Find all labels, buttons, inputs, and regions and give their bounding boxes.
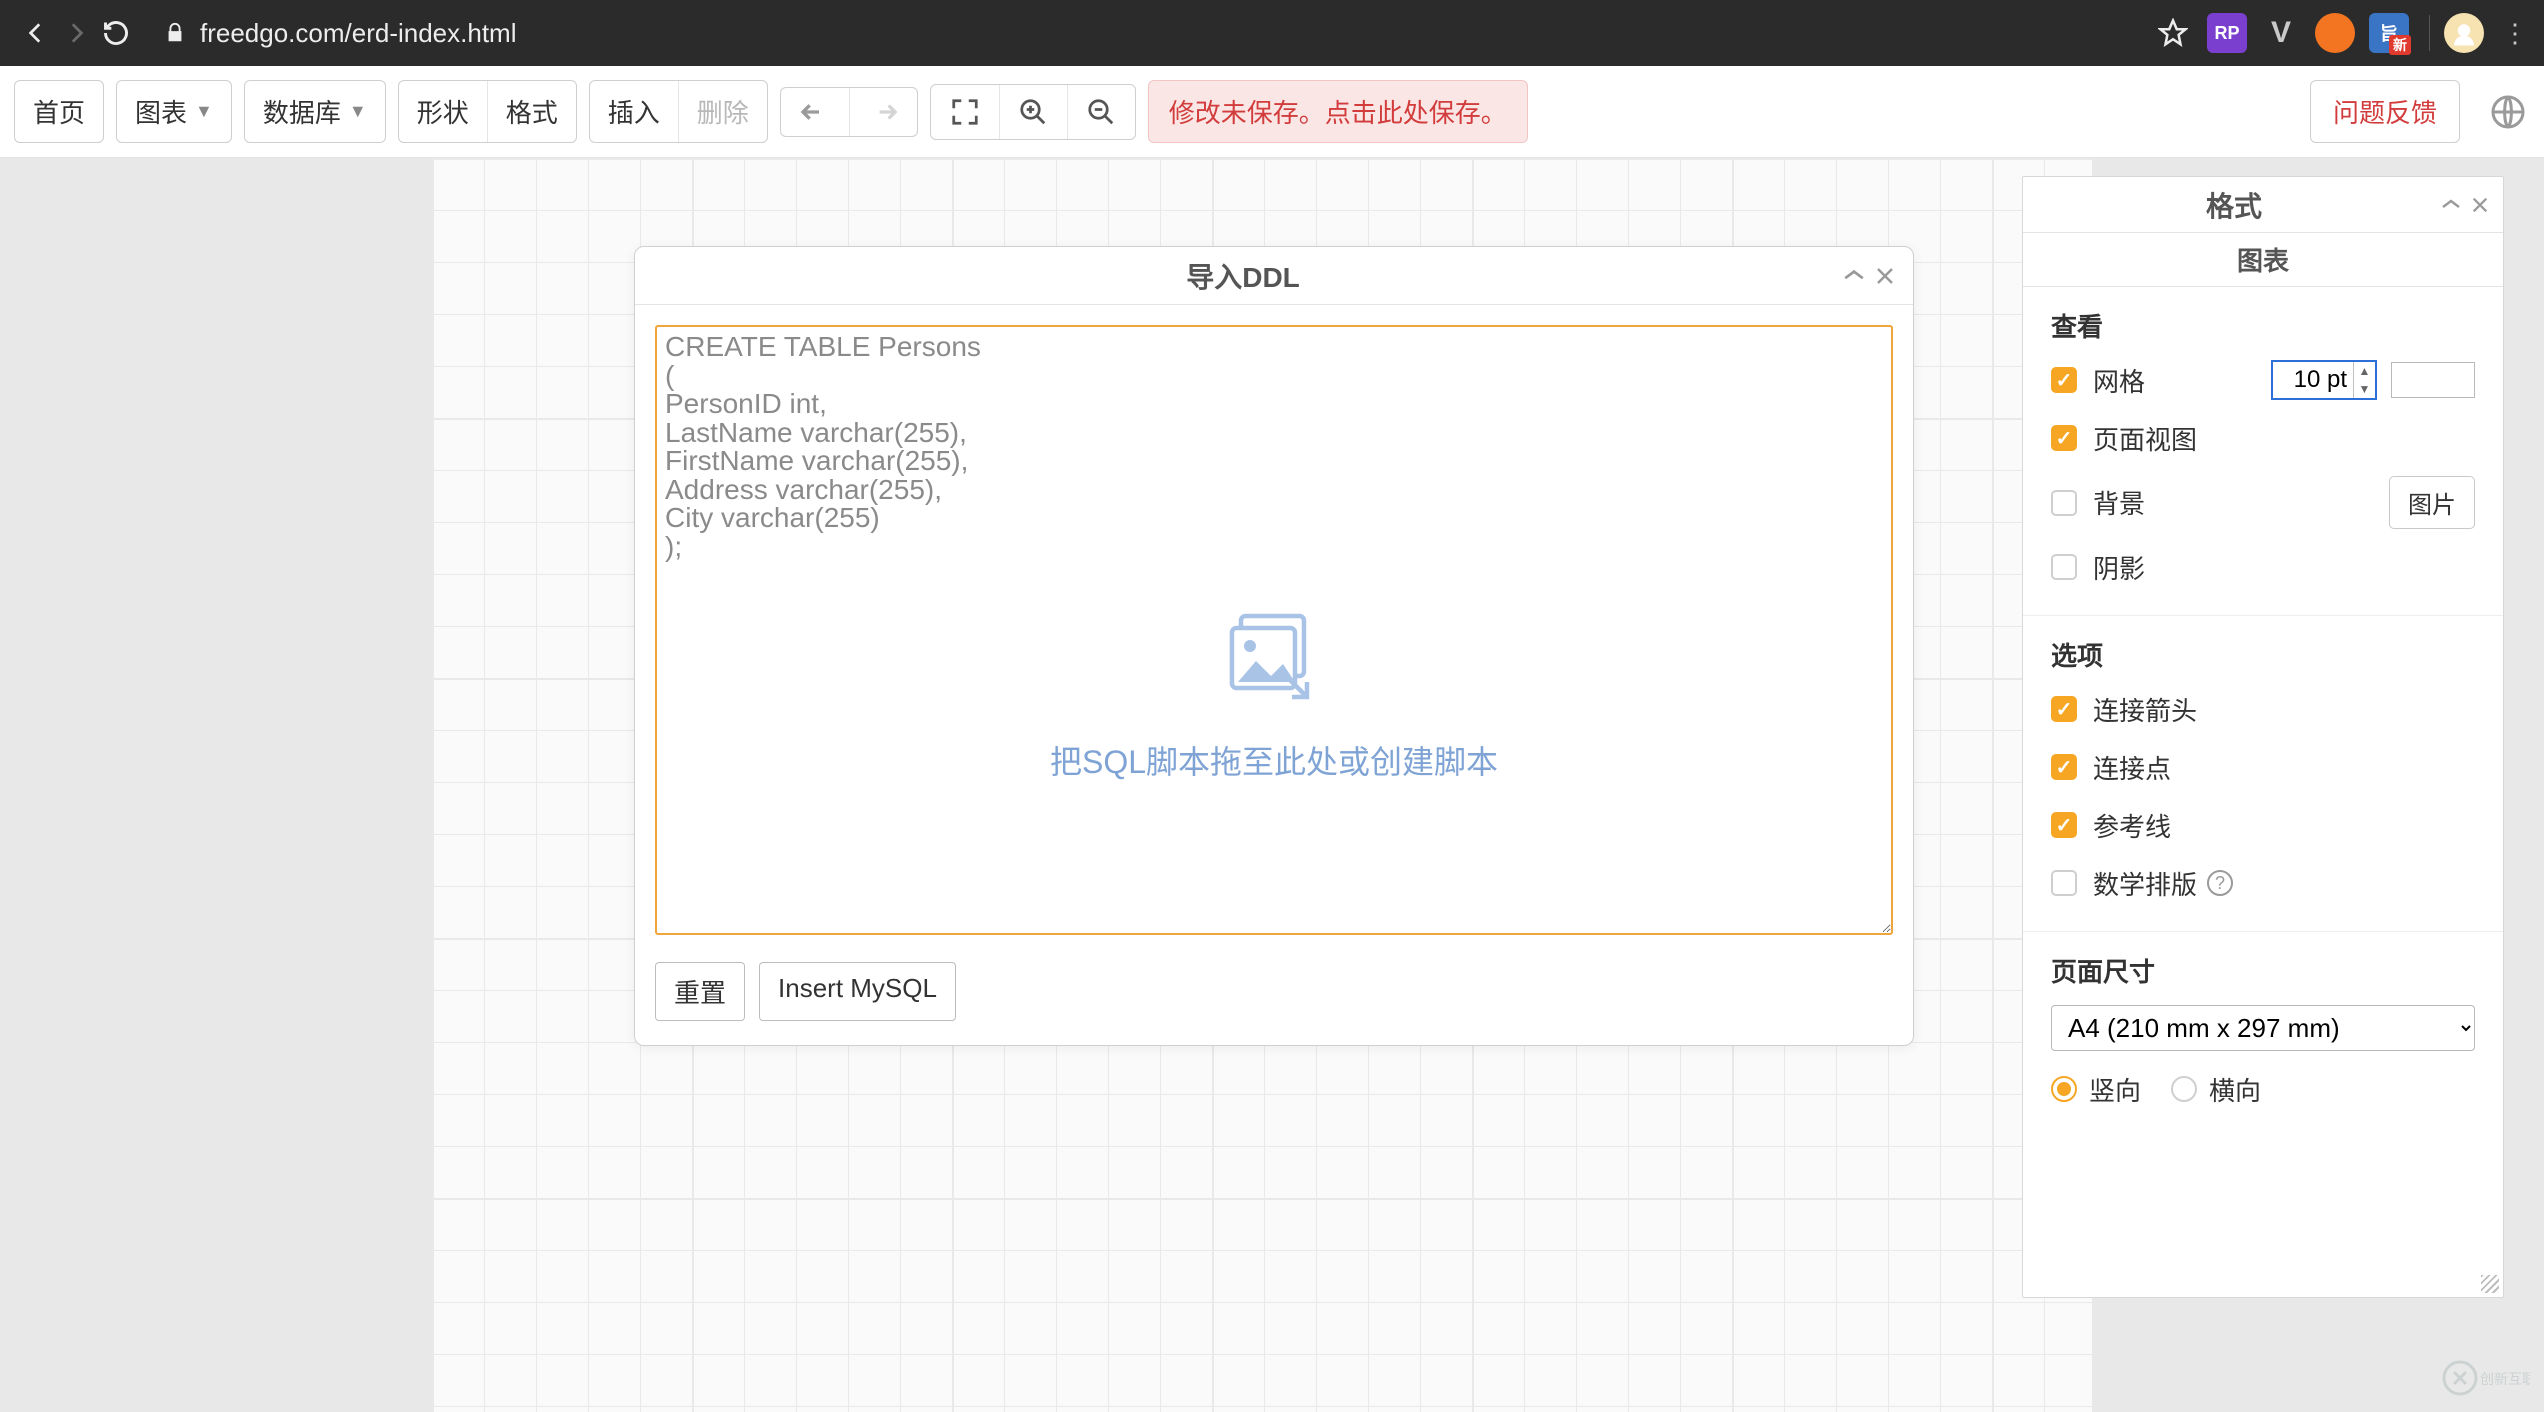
shape-button[interactable]: 形状 xyxy=(399,81,487,142)
checkbox-arrow[interactable] xyxy=(2051,696,2077,722)
tab-chart[interactable]: 图表 xyxy=(2023,233,2503,286)
extension-badge: 新 xyxy=(2389,35,2411,55)
workspace: 导入DDL 把SQL脚本拖至此处或 xyxy=(0,158,2544,1412)
panel-resize-handle[interactable] xyxy=(2481,1275,2499,1293)
label-point: 连接点 xyxy=(2093,749,2171,786)
zoom-out-button[interactable] xyxy=(1067,85,1135,139)
label-guide: 参考线 xyxy=(2093,807,2171,844)
checkbox-math[interactable] xyxy=(2051,870,2077,896)
feedback-button[interactable]: 问题反馈 xyxy=(2310,80,2460,143)
reload-button[interactable] xyxy=(96,13,136,53)
checkbox-background[interactable] xyxy=(2051,490,2077,516)
section-view: 查看 网格 ▲▼ 页面视图 背景 图片 xyxy=(2023,287,2503,616)
checkbox-point[interactable] xyxy=(2051,754,2077,780)
extension-rp-icon[interactable]: RP xyxy=(2207,13,2247,53)
zoom-in-button[interactable] xyxy=(999,85,1067,139)
app-toolbar: 首页 图表▼ 数据库▼ 形状 格式 插入 删除 修改未保存。点击此处保存。 问题… xyxy=(0,66,2544,158)
undo-redo-group xyxy=(780,87,918,137)
zoom-group xyxy=(930,84,1136,140)
dialog-header: 导入DDL xyxy=(635,247,1913,305)
delete-button[interactable]: 删除 xyxy=(678,81,767,142)
extension-orange-icon[interactable] xyxy=(2315,13,2355,53)
collapse-icon[interactable] xyxy=(2441,198,2461,212)
style-button[interactable]: 格式 xyxy=(487,81,576,142)
separator xyxy=(2429,15,2430,51)
insert-button[interactable]: 插入 xyxy=(590,81,678,142)
checkbox-grid[interactable] xyxy=(2051,367,2077,393)
grid-size-field[interactable] xyxy=(2273,362,2353,398)
section-title-page: 页面尺寸 xyxy=(2051,952,2475,989)
radio-portrait[interactable] xyxy=(2051,1076,2077,1102)
step-down-icon[interactable]: ▼ xyxy=(2354,380,2375,398)
label-landscape: 横向 xyxy=(2209,1071,2261,1108)
chevron-down-icon: ▼ xyxy=(195,101,213,122)
section-title-options: 选项 xyxy=(2051,636,2475,673)
address-bar[interactable]: freedgo.com/erd-index.html xyxy=(164,18,516,49)
back-button[interactable] xyxy=(16,13,56,53)
insert-delete-group: 插入 删除 xyxy=(589,80,768,143)
label-pageview: 页面视图 xyxy=(2093,420,2197,457)
label-arrow: 连接箭头 xyxy=(2093,691,2197,728)
dialog-title: 导入DDL xyxy=(653,256,1833,296)
extension-blue-icon[interactable]: 旨新 xyxy=(2369,13,2409,53)
star-icon[interactable] xyxy=(2153,13,2193,53)
insert-mysql-button[interactable]: Insert MySQL xyxy=(759,962,956,1021)
step-up-icon[interactable]: ▲ xyxy=(2354,362,2375,380)
fullscreen-button[interactable] xyxy=(931,85,999,139)
extension-v-icon[interactable]: V xyxy=(2261,13,2301,53)
close-icon[interactable] xyxy=(2471,196,2489,214)
close-icon[interactable] xyxy=(1875,266,1895,286)
label-shadow: 阴影 xyxy=(2093,549,2145,586)
globe-icon[interactable] xyxy=(2486,90,2530,134)
forward-button[interactable] xyxy=(56,13,96,53)
menu-icon[interactable]: ⋮ xyxy=(2502,18,2528,49)
redo-button[interactable] xyxy=(849,88,917,136)
page-size-select[interactable]: A4 (210 mm x 297 mm) xyxy=(2051,1005,2475,1051)
image-button[interactable]: 图片 xyxy=(2389,476,2475,529)
section-page: 页面尺寸 A4 (210 mm x 297 mm) 竖向 横向 xyxy=(2023,932,2503,1137)
ddl-textarea[interactable] xyxy=(655,325,1893,935)
checkbox-pageview[interactable] xyxy=(2051,425,2077,451)
section-options: 选项 连接箭头 连接点 参考线 数学排版 ? xyxy=(2023,616,2503,932)
label-grid: 网格 xyxy=(2093,362,2145,399)
panel-header: 格式 xyxy=(2023,177,2503,233)
database-menu[interactable]: 数据库▼ xyxy=(244,80,386,143)
help-icon[interactable]: ? xyxy=(2207,870,2233,896)
radio-landscape[interactable] xyxy=(2171,1076,2197,1102)
svg-text:创新互联: 创新互联 xyxy=(2480,1371,2530,1387)
lock-icon xyxy=(164,22,186,44)
chevron-down-icon: ▼ xyxy=(349,101,367,122)
format-panel: 格式 图表 查看 网格 ▲▼ xyxy=(2022,176,2504,1298)
shape-style-group: 形状 格式 xyxy=(398,80,577,143)
grid-size-input[interactable]: ▲▼ xyxy=(2271,360,2377,400)
url-text: freedgo.com/erd-index.html xyxy=(200,18,516,49)
avatar-icon[interactable] xyxy=(2444,13,2484,53)
watermark-icon: 创新互联 xyxy=(2440,1358,2530,1398)
reset-button[interactable]: 重置 xyxy=(655,962,745,1021)
checkbox-guide[interactable] xyxy=(2051,812,2077,838)
browser-chrome: freedgo.com/erd-index.html RP V 旨新 ⋮ xyxy=(0,0,2544,66)
save-warning[interactable]: 修改未保存。点击此处保存。 xyxy=(1148,80,1528,143)
undo-button[interactable] xyxy=(781,88,849,136)
checkbox-shadow[interactable] xyxy=(2051,554,2077,580)
panel-tabs: 图表 xyxy=(2023,233,2503,287)
minimize-icon[interactable] xyxy=(1843,268,1865,284)
panel-title: 格式 xyxy=(2037,185,2431,225)
grid-color-swatch[interactable] xyxy=(2391,362,2475,398)
import-ddl-dialog: 导入DDL 把SQL脚本拖至此处或 xyxy=(634,246,1914,1046)
label-portrait: 竖向 xyxy=(2089,1071,2141,1108)
label-background: 背景 xyxy=(2093,484,2145,521)
home-button[interactable]: 首页 xyxy=(14,80,104,143)
chart-menu[interactable]: 图表▼ xyxy=(116,80,232,143)
section-title-view: 查看 xyxy=(2051,307,2475,344)
label-math: 数学排版 xyxy=(2093,865,2197,902)
